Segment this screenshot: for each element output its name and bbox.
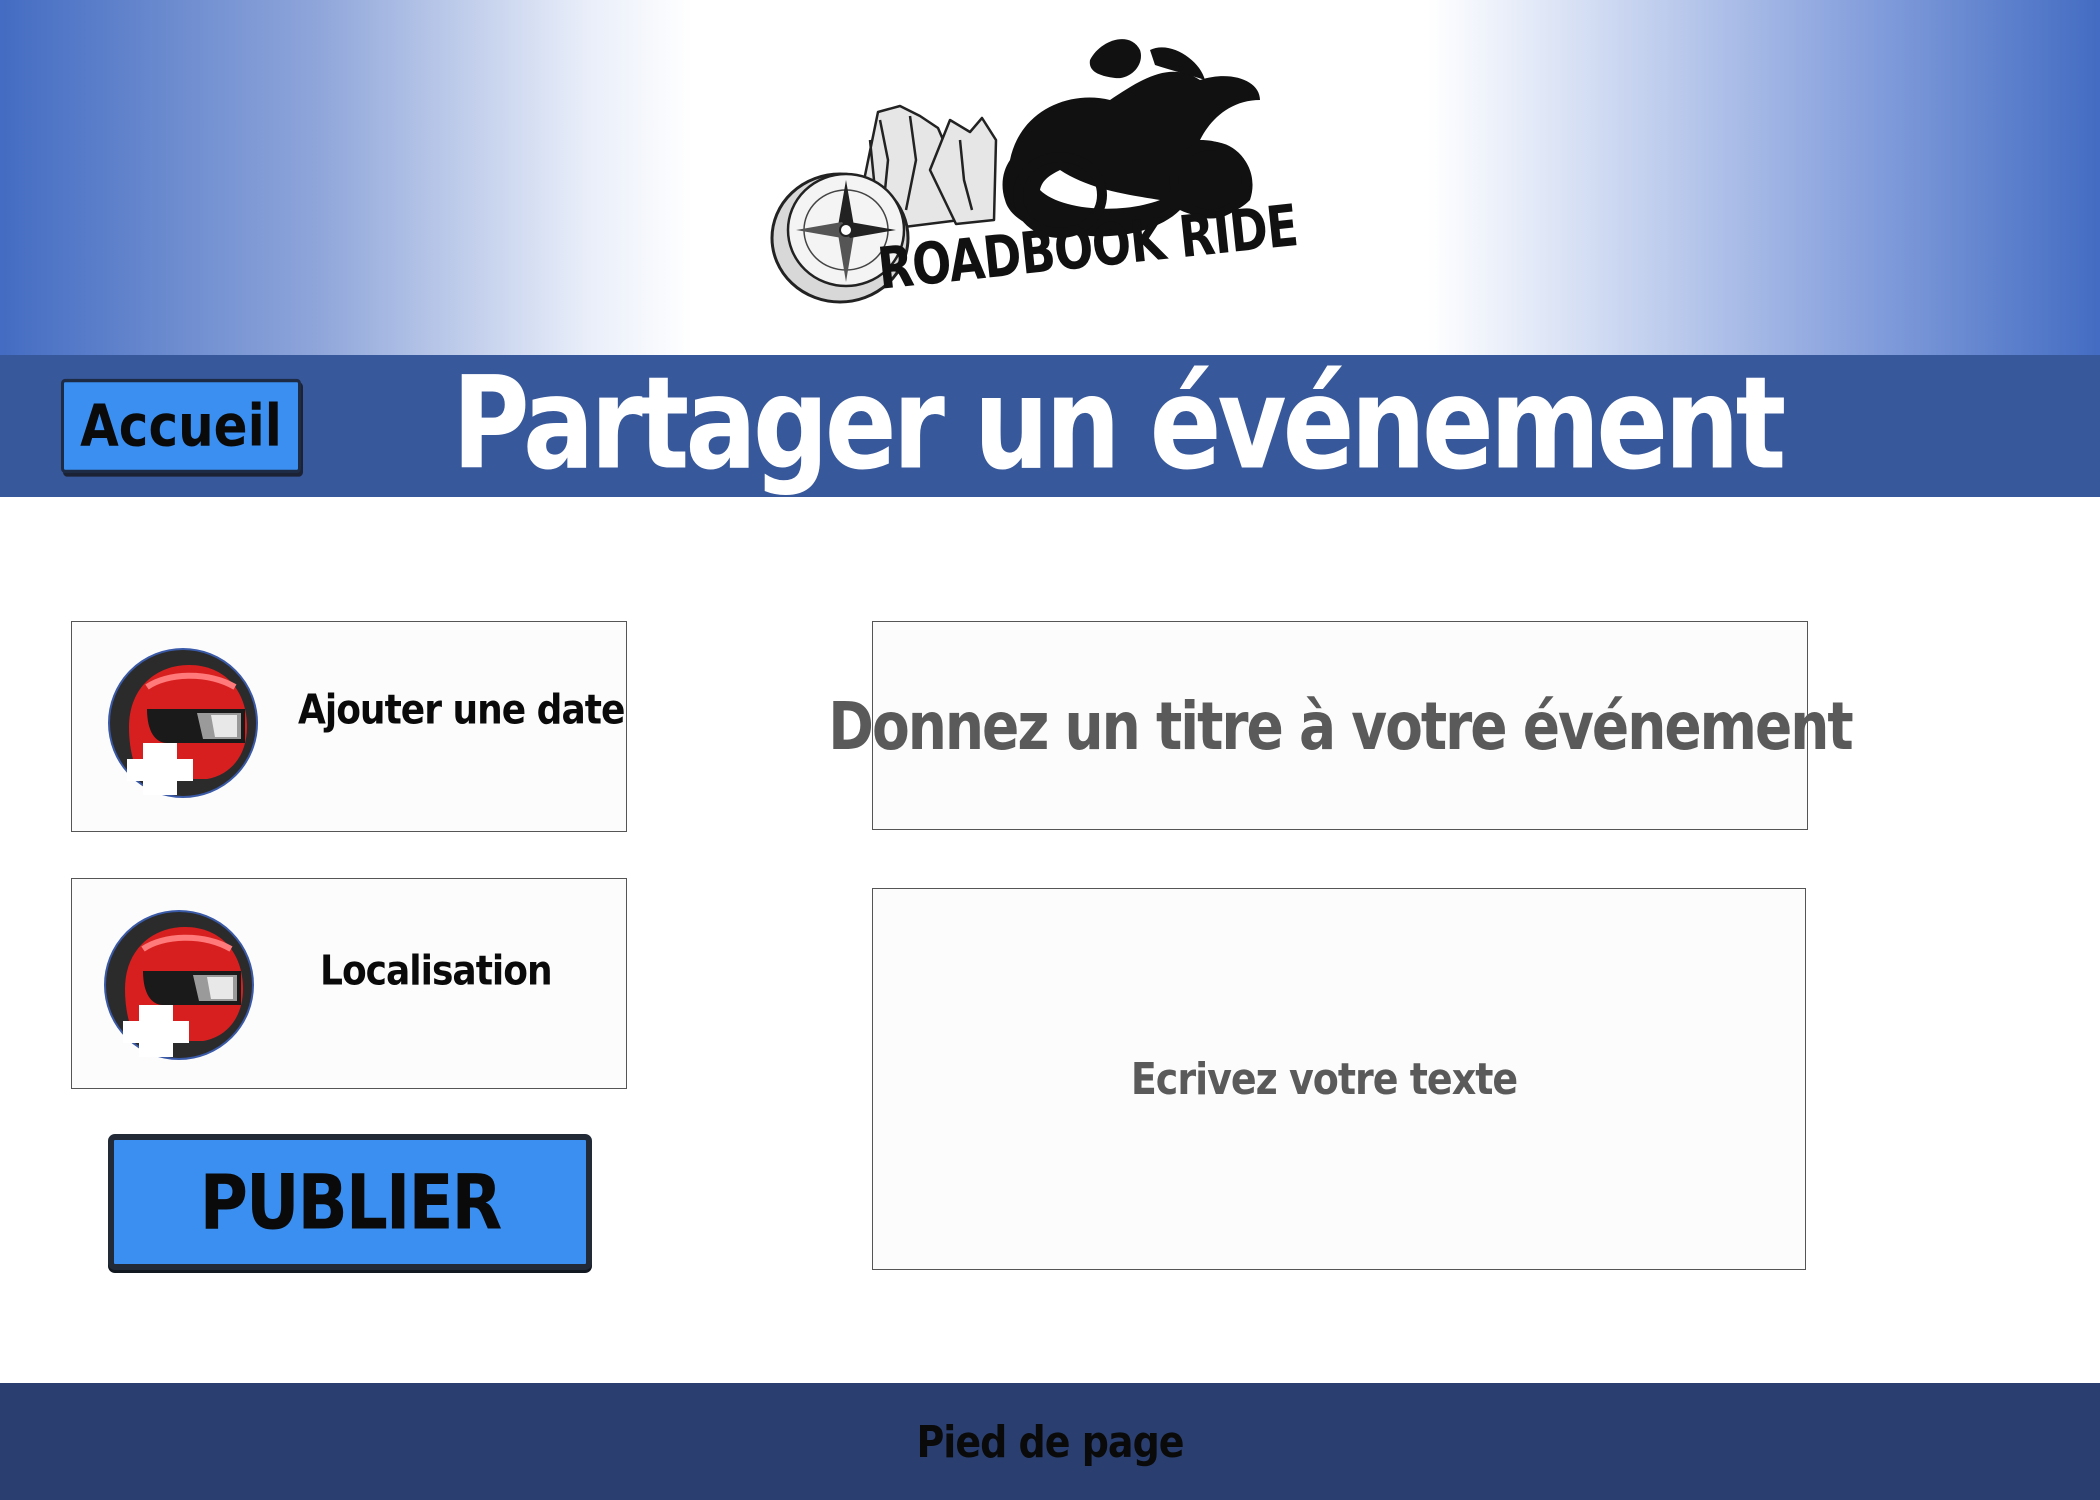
publish-button[interactable]: PUBLIER [108, 1134, 592, 1270]
publish-label: PUBLIER [199, 1157, 503, 1247]
event-title-placeholder: Donnez un titre à votre événement [828, 687, 1853, 764]
add-date-button[interactable]: Ajouter une date [71, 621, 627, 832]
page-title: Partager un événement [452, 349, 1786, 497]
home-button[interactable]: Accueil [61, 378, 301, 474]
location-button[interactable]: Localisation [71, 878, 627, 1089]
add-date-label: Ajouter une date [298, 686, 625, 735]
page: ROADBOOK RIDE Accueil Partager un événem… [0, 0, 2100, 1500]
helmet-plus-icon [108, 648, 258, 798]
location-label: Localisation [320, 947, 553, 996]
helmet-plus-icon [104, 910, 254, 1060]
roadbook-ride-logo [770, 39, 1260, 304]
footer-label: Pied de page [916, 1416, 1184, 1467]
event-title-field[interactable]: Donnez un titre à votre événement [828, 621, 1854, 830]
event-text-placeholder: Ecrivez votre texte [1130, 1053, 1518, 1105]
event-text-field[interactable]: Ecrivez votre texte [872, 888, 1806, 1270]
footer: Pied de page [0, 1383, 2100, 1500]
